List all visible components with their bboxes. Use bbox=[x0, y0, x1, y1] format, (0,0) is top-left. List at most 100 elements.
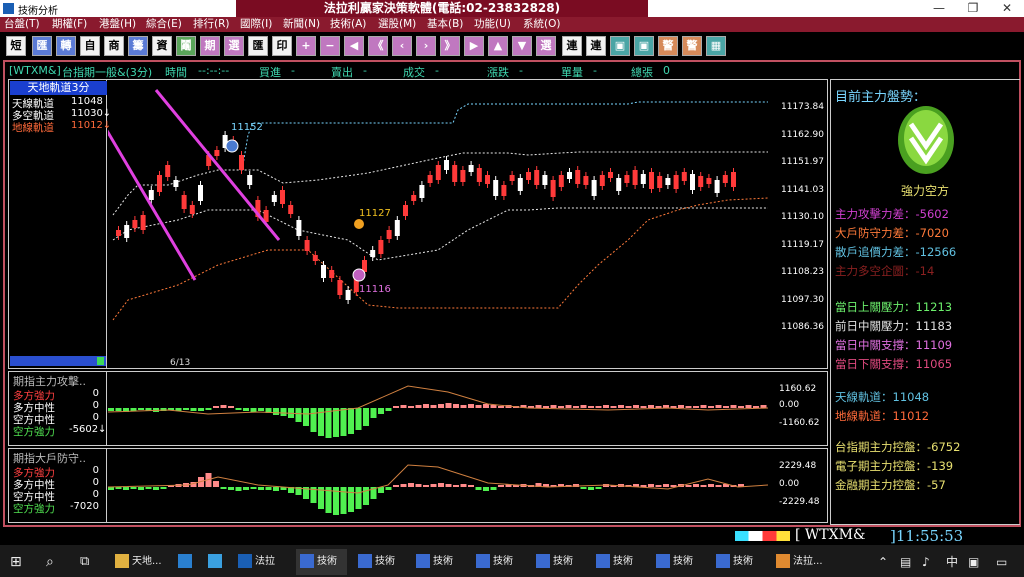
menu-item[interactable]: 技術(A) bbox=[330, 17, 366, 32]
toolbar-button[interactable]: − bbox=[320, 36, 340, 56]
menu-item[interactable]: 國際(I) bbox=[240, 17, 272, 32]
toolbar-button[interactable]: ‹ bbox=[392, 36, 412, 56]
toolbar-button[interactable]: ▣ bbox=[634, 36, 654, 56]
color-indicator bbox=[735, 531, 790, 541]
menu-item[interactable]: 基本(B) bbox=[427, 17, 463, 32]
menu-item[interactable]: 期權(F) bbox=[52, 17, 87, 32]
menu-item[interactable]: 港盤(H) bbox=[99, 17, 136, 32]
scale-tick: 2229.48 bbox=[779, 461, 817, 471]
side-value: 11213 bbox=[915, 300, 953, 314]
buy-label: 買進 bbox=[259, 66, 281, 79]
start-icon[interactable]: ⊞ bbox=[10, 549, 22, 575]
toolbar-button[interactable]: 資 bbox=[152, 36, 172, 56]
toolbar-button[interactable]: 警 bbox=[682, 36, 702, 56]
toolbar-button[interactable]: 期 bbox=[200, 36, 220, 56]
histogram-bar bbox=[475, 405, 482, 408]
edge-icon[interactable] bbox=[178, 549, 195, 575]
ie-icon[interactable] bbox=[208, 549, 225, 575]
toolbar-button[interactable]: 短 bbox=[6, 36, 26, 56]
panel-title: 期指主力攻擊.. bbox=[13, 375, 86, 388]
scroll-thumb[interactable] bbox=[97, 357, 104, 365]
ime-indicator[interactable]: 中 bbox=[946, 549, 958, 575]
taskbar-app[interactable]: 技術 bbox=[296, 549, 347, 575]
bearish-arrow-icon bbox=[898, 106, 954, 174]
attack-indicator-panel[interactable]: 期指主力攻擊.. 多方強力 0 多方中性 0 空方中性 0 空方強力 -5602… bbox=[8, 371, 828, 446]
toolbar-button[interactable]: 匯 bbox=[248, 36, 268, 56]
legend-label: 空方強力 bbox=[13, 503, 55, 515]
toolbar-button[interactable]: 印 bbox=[272, 36, 292, 56]
menu-item[interactable]: 新聞(N) bbox=[283, 17, 320, 32]
legend-value: 0 bbox=[92, 412, 99, 423]
taskbar-app[interactable]: 法拉 bbox=[238, 549, 275, 575]
candle-body bbox=[419, 185, 425, 198]
menu-item[interactable]: 系統(O) bbox=[523, 17, 560, 32]
histogram-bar bbox=[400, 405, 407, 408]
scroll-track[interactable] bbox=[10, 356, 106, 366]
volume-icon[interactable]: ♪ bbox=[922, 549, 930, 575]
toolbar-button[interactable]: 連 bbox=[562, 36, 582, 56]
taskbar-app[interactable]: 技術 bbox=[416, 549, 453, 575]
toolbar-button[interactable]: › bbox=[416, 36, 436, 56]
histogram-bar bbox=[115, 487, 122, 489]
total-label: 總張 bbox=[631, 66, 653, 79]
menu-item[interactable]: 台盤(T) bbox=[4, 17, 40, 32]
toolbar-button[interactable]: 自 bbox=[80, 36, 100, 56]
histogram-bar bbox=[663, 484, 669, 487]
menu-item[interactable]: 功能(U) bbox=[474, 17, 511, 32]
toolbar-button[interactable]: 連 bbox=[586, 36, 606, 56]
indicator-title[interactable]: 天地軌道3分 bbox=[10, 81, 107, 95]
price-chart[interactable]: 天地軌道3分 天線軌道 11048 多空軌道 11030↓ 地線軌道 11012… bbox=[8, 79, 828, 369]
toolbar-button[interactable]: 《 bbox=[368, 36, 388, 56]
task-view-icon[interactable]: ⧉ bbox=[80, 549, 89, 575]
legend-value: 11030↓ bbox=[71, 108, 112, 119]
toolbar-button[interactable]: ▣ bbox=[610, 36, 630, 56]
taskbar-app[interactable]: 技術 bbox=[716, 549, 753, 575]
toolbar-button[interactable]: 商 bbox=[104, 36, 124, 56]
toolbar-button[interactable]: 籌 bbox=[128, 36, 148, 56]
taskbar-app[interactable]: 技術 bbox=[476, 549, 513, 575]
menu-item[interactable]: 選股(M) bbox=[378, 17, 416, 32]
toolbar-button[interactable]: ▲ bbox=[488, 36, 508, 56]
notification-icon[interactable]: ▭ bbox=[996, 549, 1007, 575]
toolbar-button[interactable]: 鬮 bbox=[176, 36, 196, 56]
toolbar-button[interactable]: ▦ bbox=[706, 36, 726, 56]
toolbar-button[interactable]: + bbox=[296, 36, 316, 56]
symbol-code: [WTXM&] bbox=[9, 64, 61, 77]
menu-item[interactable]: 綜合(E) bbox=[146, 17, 182, 32]
network-icon[interactable]: ▤ bbox=[900, 549, 911, 575]
change-value: - bbox=[519, 64, 523, 77]
taskbar-app[interactable]: 技術 bbox=[536, 549, 573, 575]
toolbar-button[interactable]: ▼ bbox=[512, 36, 532, 56]
taskbar-app[interactable]: 天地... bbox=[115, 549, 162, 575]
candle-body bbox=[214, 150, 220, 156]
toolbar-button[interactable]: 選 bbox=[224, 36, 244, 56]
input-method-icon[interactable]: ▣ bbox=[968, 549, 979, 575]
histogram-bar bbox=[385, 408, 392, 411]
candle-body bbox=[460, 170, 466, 182]
scale-tick: -2229.48 bbox=[779, 497, 820, 507]
toolbar-button[interactable]: ▶ bbox=[464, 36, 484, 56]
taskbar-app[interactable]: 技術 bbox=[358, 549, 395, 575]
candle-body bbox=[189, 205, 195, 214]
taskbar-app[interactable]: 技術 bbox=[596, 549, 633, 575]
windows-taskbar: ⊞ ⌕ ⧉ 天地... 法拉 技術 技術 技術 技術 技術 技術 技術 技術 法… bbox=[0, 545, 1024, 577]
maximize-button[interactable]: ❐ bbox=[956, 0, 990, 17]
minimize-button[interactable]: — bbox=[922, 0, 956, 17]
histogram-bar bbox=[220, 405, 227, 408]
toolbar-button[interactable]: 選 bbox=[536, 36, 556, 56]
side-label: 金融期主力控盤： bbox=[835, 478, 927, 492]
chevron-up-icon[interactable]: ⌃ bbox=[878, 549, 888, 575]
menu-item[interactable]: 排行(R) bbox=[193, 17, 230, 32]
taskbar-app[interactable]: 法拉... bbox=[776, 549, 823, 575]
buy-value: - bbox=[291, 64, 295, 77]
search-icon[interactable]: ⌕ bbox=[46, 549, 54, 575]
candle-body bbox=[329, 270, 335, 278]
close-button[interactable]: ✕ bbox=[990, 0, 1024, 17]
toolbar-button[interactable]: 匯 bbox=[32, 36, 52, 56]
toolbar-button[interactable]: 》 bbox=[440, 36, 460, 56]
toolbar-button[interactable]: 轉 bbox=[56, 36, 76, 56]
taskbar-app[interactable]: 技術 bbox=[656, 549, 693, 575]
toolbar-button[interactable]: ◀ bbox=[344, 36, 364, 56]
toolbar-button[interactable]: 警 bbox=[658, 36, 678, 56]
defense-indicator-panel[interactable]: 期指大戶防守.. 多方強力 0 多方中性 0 空方中性 0 空方強力 -7020… bbox=[8, 448, 828, 523]
